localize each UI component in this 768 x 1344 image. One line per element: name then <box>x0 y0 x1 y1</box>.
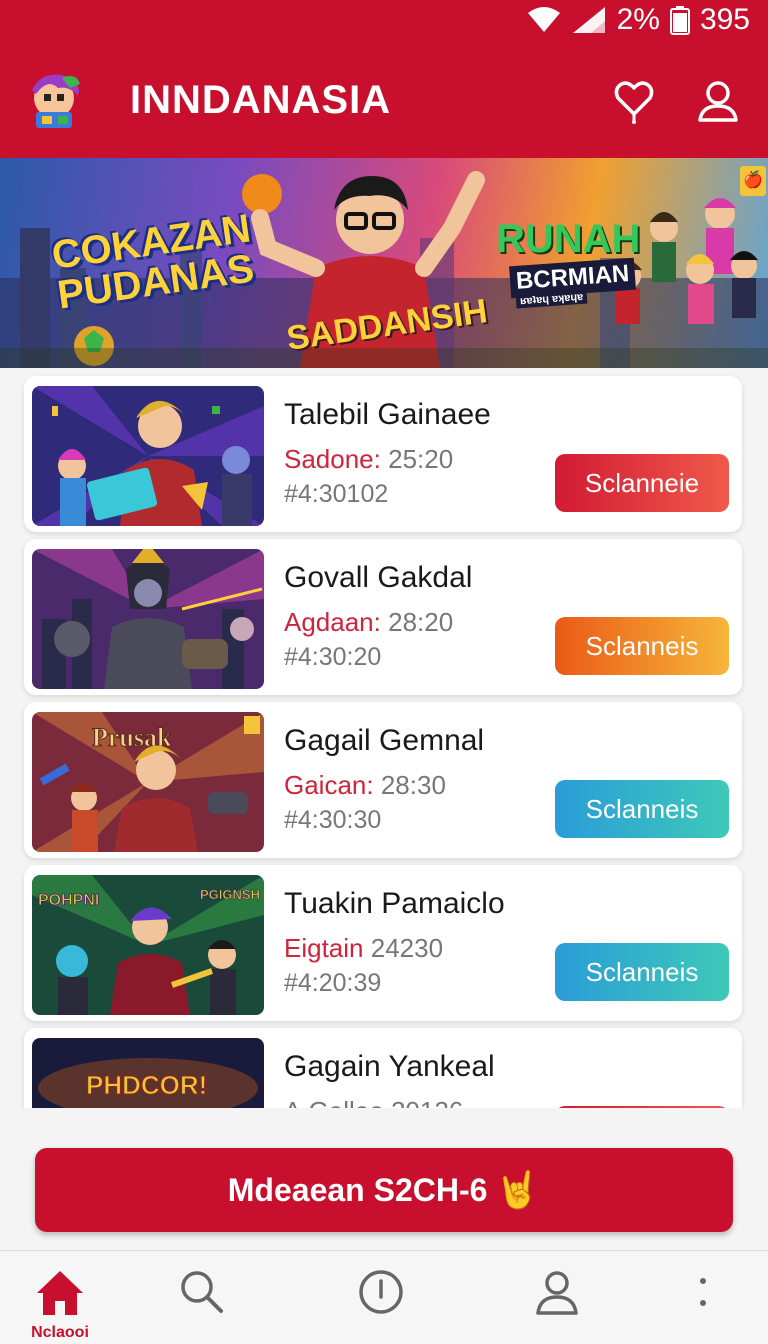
promo-banner[interactable]: COKAZAN PUDANAS SADDANSIH RUNAH BCRMIAN … <box>0 158 768 368</box>
schedule-value: 28:30 <box>380 770 446 800</box>
game-card[interactable]: POHPNI PGIGNSH Tuakin Pamaiclo Eigtain 2… <box>24 865 742 1021</box>
bottom-nav: Nclaooi <box>0 1250 768 1344</box>
game-card[interactable]: Prusak Gagail Gemnal Gaican: 28:30 #4:30… <box>24 702 742 858</box>
favorites-button[interactable] <box>612 78 656 124</box>
game-title: Tuakin Pamaiclo <box>284 887 505 920</box>
game-thumbnail[interactable] <box>32 386 264 526</box>
schedule-value: 20126 <box>391 1096 463 1108</box>
app-title: INNDANASIA <box>130 78 392 122</box>
game-thumbnail[interactable]: PHDCOR! <box>32 1038 264 1108</box>
game-id: #4:30:20 <box>284 643 382 671</box>
game-title: Govall Gakdal <box>284 561 473 594</box>
profile-icon <box>534 1269 580 1320</box>
game-id: #4:30:30 <box>284 806 382 834</box>
app-header: INNDANASIA <box>0 60 768 140</box>
logo-icon[interactable] <box>22 68 86 132</box>
thumbnail-text-left: POHPNI <box>38 892 99 909</box>
heart-icon <box>612 81 656 128</box>
nav-info[interactable] <box>321 1251 441 1344</box>
wifi-icon <box>527 7 561 33</box>
game-id: #4:30102 <box>284 480 389 508</box>
account-button[interactable] <box>696 78 740 124</box>
play-button[interactable]: Sclanneis <box>555 617 729 675</box>
schedule-label: Eigtain <box>284 933 364 963</box>
banner-title-right: RUNAH <box>496 217 641 261</box>
game-thumbnail[interactable]: POHPNI PGIGNSH <box>32 875 264 1015</box>
schedule-label: Agdaan: <box>284 607 381 637</box>
nav-home-label: Nclaooi <box>31 1324 89 1341</box>
nav-search[interactable] <box>142 1251 262 1344</box>
game-thumbnail[interactable]: Prusak <box>32 712 264 852</box>
schedule-value: 24230 <box>370 933 444 963</box>
game-id: #4:20:39 <box>284 969 382 997</box>
schedule-value: 28:20 <box>388 607 454 637</box>
banner-badge[interactable]: 🍎 <box>740 166 766 196</box>
top-bar: 2% 395 INNDANASIA <box>0 0 768 158</box>
home-icon <box>35 1269 85 1322</box>
game-schedule: Sadone: 25:20 <box>284 444 453 475</box>
game-title: Gagain Yankeal <box>284 1050 495 1083</box>
cta-area: Mdeaean S2CH-6 🤘 <box>0 1108 768 1250</box>
game-title: Gagail Gemnal <box>284 724 485 757</box>
signal-icon <box>571 6 607 34</box>
game-list[interactable]: Talebil Gainaee Sadone: 25:20 #4:30102 S… <box>0 368 768 1108</box>
battery-icon <box>669 5 690 35</box>
game-title: Talebil Gainaee <box>284 398 491 431</box>
status-bar: 2% 395 <box>527 2 750 38</box>
app-root: 2% 395 INNDANASIA COKAZAN PUDANAS SADDAN… <box>0 0 768 1344</box>
rock-hand-icon: 🤘 <box>495 1169 541 1210</box>
game-card[interactable]: Govall Gakdal Agdaan: 28:20 #4:30:20 Scl… <box>24 539 742 695</box>
play-button[interactable]: Sclanneie <box>555 454 729 512</box>
thumbnail-text-right: PGIGNSH <box>200 887 260 902</box>
schedule-label: Gaican: <box>284 770 374 800</box>
nav-profile[interactable] <box>497 1251 617 1344</box>
game-thumbnail[interactable] <box>32 549 264 689</box>
thumbnail-text: PHDCOR! <box>86 1070 207 1100</box>
game-card[interactable]: PHDCOR! Gagain Yankeal A Galleo 20126 <box>24 1028 742 1108</box>
main-cta-button[interactable]: Mdeaean S2CH-6 🤘 <box>35 1148 733 1232</box>
play-button[interactable]: Sclanneis <box>555 943 729 1001</box>
search-icon <box>179 1269 225 1320</box>
schedule-label: A Galleo <box>284 1096 384 1108</box>
game-schedule: Gaican: 28:30 <box>284 770 446 801</box>
battery-percent: 2% <box>616 3 660 36</box>
nav-more[interactable] <box>643 1251 763 1344</box>
schedule-value: 25:20 <box>388 444 454 474</box>
schedule-label: Sadone: <box>284 444 381 474</box>
more-icon <box>693 1269 713 1320</box>
game-card[interactable]: Talebil Gainaee Sadone: 25:20 #4:30102 S… <box>24 376 742 532</box>
game-schedule: Agdaan: 28:20 <box>284 607 453 638</box>
info-icon <box>358 1269 404 1320</box>
status-time: 395 <box>699 3 750 36</box>
game-schedule: Eigtain 24230 <box>284 933 443 964</box>
play-button[interactable]: Sclanneis <box>555 780 729 838</box>
user-icon <box>696 81 740 128</box>
game-schedule: A Galleo 20126 <box>284 1096 463 1108</box>
nav-home[interactable]: Nclaooi <box>0 1251 120 1344</box>
cta-label: Mdeaean S2CH-6 <box>227 1171 488 1208</box>
